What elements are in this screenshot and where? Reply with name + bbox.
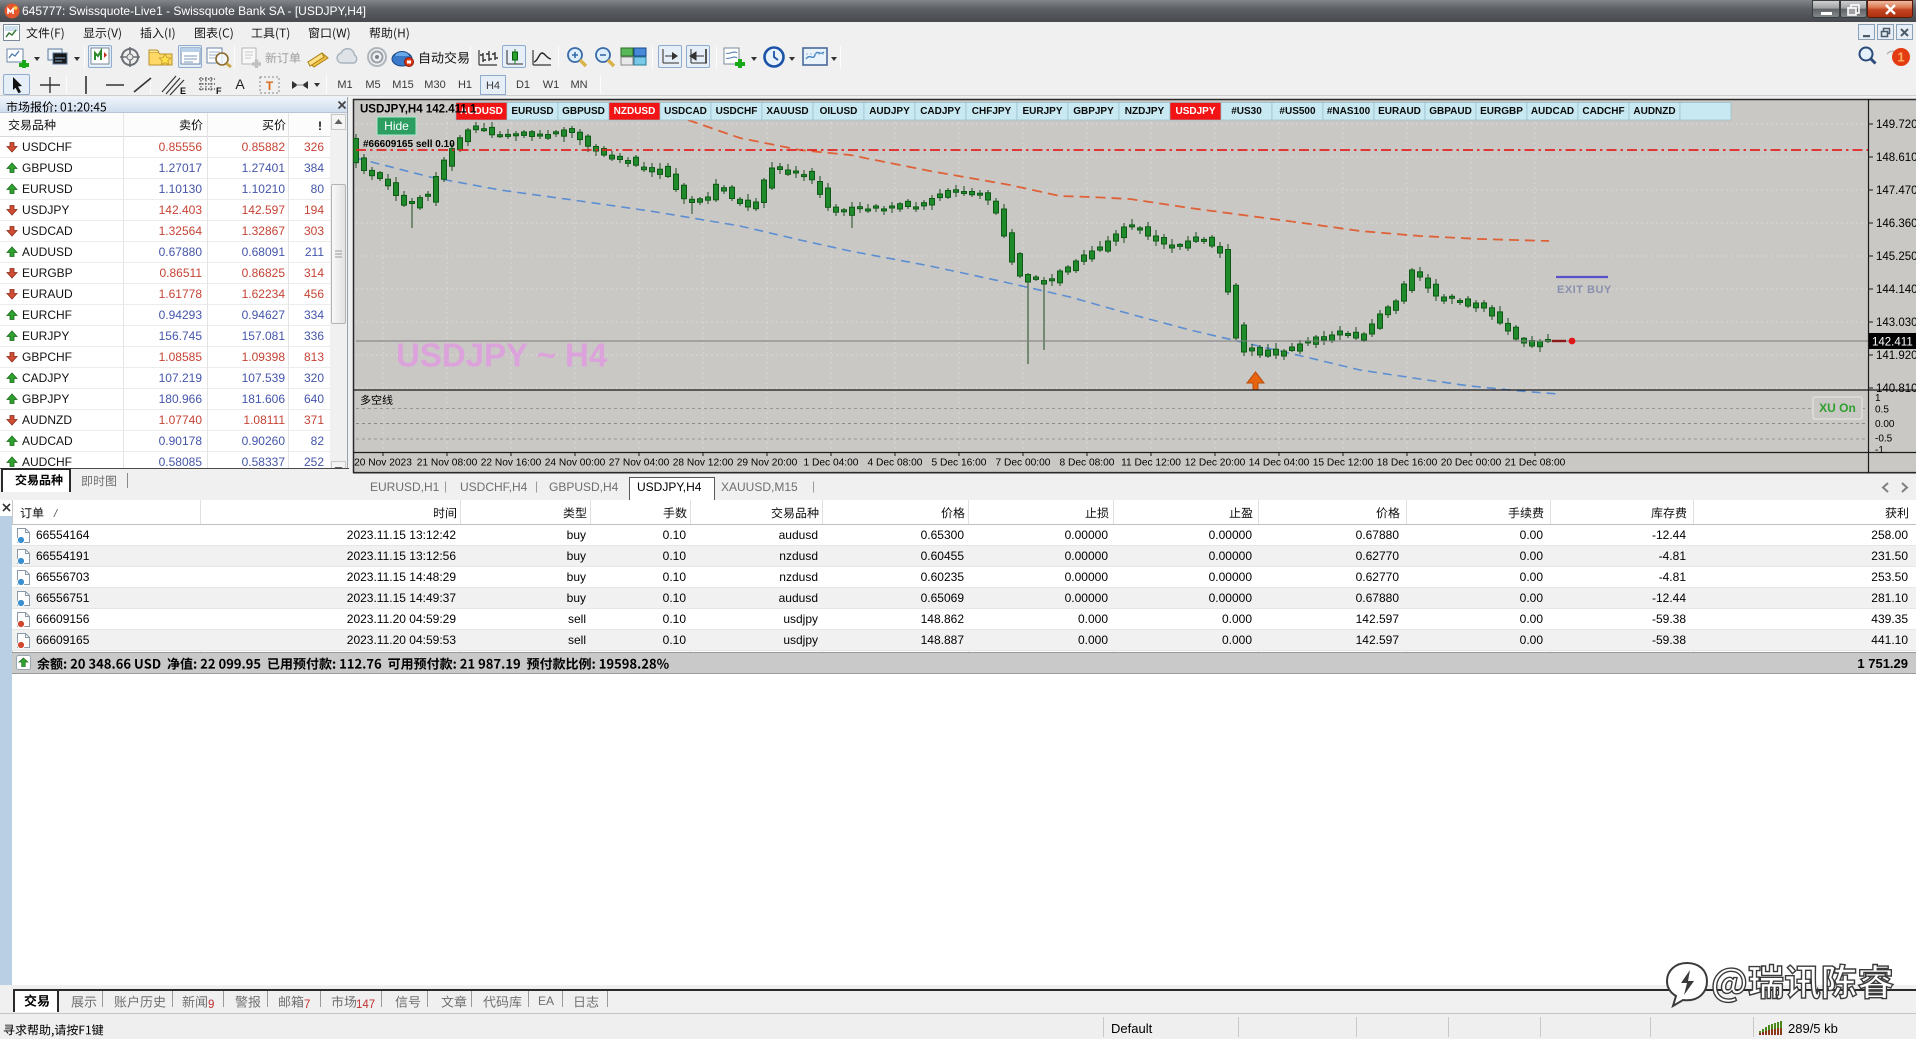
svg-text:#66609165 sell 0.10: #66609165 sell 0.10 (363, 139, 455, 150)
svg-text:GBPUSD: GBPUSD (562, 106, 605, 117)
svg-text:CADJPY: CADJPY (920, 106, 961, 117)
svg-text:GBPAUD: GBPAUD (1429, 106, 1472, 117)
svg-text:1: 1 (1875, 393, 1881, 404)
svg-text:141.920: 141.920 (1876, 350, 1916, 362)
svg-text:147.470: 147.470 (1876, 185, 1916, 197)
svg-text:0.00: 0.00 (1875, 419, 1895, 430)
svg-text:22 Nov 16:00: 22 Nov 16:00 (481, 458, 542, 469)
svg-text:14 Dec 04:00: 14 Dec 04:00 (1249, 458, 1310, 469)
svg-text:144.140: 144.140 (1876, 284, 1916, 296)
svg-text:-0.5: -0.5 (1875, 434, 1893, 445)
svg-text:#US30: #US30 (1231, 106, 1262, 117)
svg-text:11 Dec 12:00: 11 Dec 12:00 (1121, 458, 1181, 469)
svg-text:142.411: 142.411 (1872, 337, 1913, 349)
svg-text:29 Nov 20:00: 29 Nov 20:00 (737, 458, 798, 469)
svg-text:28 Nov 12:00: 28 Nov 12:00 (673, 458, 734, 469)
svg-text:GBPJPY: GBPJPY (1073, 106, 1114, 117)
svg-text:AUDCAD: AUDCAD (1531, 106, 1574, 117)
svg-text:20 Nov 2023: 20 Nov 2023 (354, 458, 412, 469)
svg-text:7 Dec 00:00: 7 Dec 00:00 (996, 458, 1051, 469)
svg-text:CADCHF: CADCHF (1582, 106, 1624, 117)
svg-text:148.610: 148.610 (1876, 152, 1916, 164)
svg-text:1: 1 (1897, 50, 1904, 65)
svg-text:EURGBP: EURGBP (1480, 106, 1523, 117)
svg-text:21 Nov 08:00: 21 Nov 08:00 (417, 458, 478, 469)
svg-text:T: T (266, 79, 274, 93)
svg-text:CHFJPY: CHFJPY (972, 106, 1012, 117)
svg-text:15 Dec 12:00: 15 Dec 12:00 (1313, 458, 1374, 469)
svg-text:4 Dec 08:00: 4 Dec 08:00 (868, 458, 923, 469)
svg-text:#NAS100: #NAS100 (1327, 106, 1371, 117)
svg-text:1 Dec 04:00: 1 Dec 04:00 (804, 458, 859, 469)
svg-text:-1: -1 (1875, 445, 1884, 456)
svg-text:EURAUD: EURAUD (1378, 106, 1421, 117)
svg-text:0.5: 0.5 (1875, 405, 1889, 416)
svg-text:XAUUSD: XAUUSD (766, 106, 808, 117)
svg-text:Hide: Hide (384, 119, 409, 133)
svg-text:USDJPY: USDJPY (1175, 106, 1215, 117)
svg-text:OILUSD: OILUSD (820, 106, 858, 117)
svg-text:143.030: 143.030 (1876, 317, 1916, 329)
svg-text:20 Dec 00:00: 20 Dec 00:00 (1441, 458, 1502, 469)
svg-text:24 Nov 00:00: 24 Nov 00:00 (545, 458, 606, 469)
svg-text:F: F (216, 86, 222, 96)
svg-text:140.810: 140.810 (1876, 383, 1916, 395)
svg-text:NZDUSD: NZDUSD (614, 106, 656, 117)
svg-text:145.250: 145.250 (1876, 251, 1916, 263)
svg-text:EURUSD: EURUSD (511, 106, 553, 117)
svg-text:XU On: XU On (1819, 401, 1856, 415)
svg-text:EURJPY: EURJPY (1022, 106, 1062, 117)
svg-text:USDCAD: USDCAD (664, 106, 707, 117)
svg-text:E: E (180, 86, 186, 96)
svg-text:USDJPY,H4 142.411 1: USDJPY,H4 142.411 1 (360, 104, 477, 116)
svg-text:18 Dec 16:00: 18 Dec 16:00 (1377, 458, 1438, 469)
svg-text:AUDNZD: AUDNZD (1633, 106, 1675, 117)
svg-text:#US500: #US500 (1279, 106, 1316, 117)
svg-text:5 Dec 16:00: 5 Dec 16:00 (932, 458, 987, 469)
svg-text:21 Dec 08:00: 21 Dec 08:00 (1505, 458, 1566, 469)
svg-text:USDJPY ~ H4: USDJPY ~ H4 (396, 337, 608, 374)
svg-text:149.720: 149.720 (1876, 119, 1916, 131)
svg-text:AUDJPY: AUDJPY (869, 106, 910, 117)
svg-text:146.360: 146.360 (1876, 218, 1916, 230)
svg-text:12 Dec 20:00: 12 Dec 20:00 (1185, 458, 1246, 469)
svg-text:USDCHF: USDCHF (716, 106, 758, 117)
svg-text:EXIT BUY: EXIT BUY (1557, 284, 1612, 296)
svg-text:NZDJPY: NZDJPY (1125, 106, 1165, 117)
svg-text:8 Dec 08:00: 8 Dec 08:00 (1060, 458, 1115, 469)
svg-text:27 Nov 04:00: 27 Nov 04:00 (609, 458, 670, 469)
